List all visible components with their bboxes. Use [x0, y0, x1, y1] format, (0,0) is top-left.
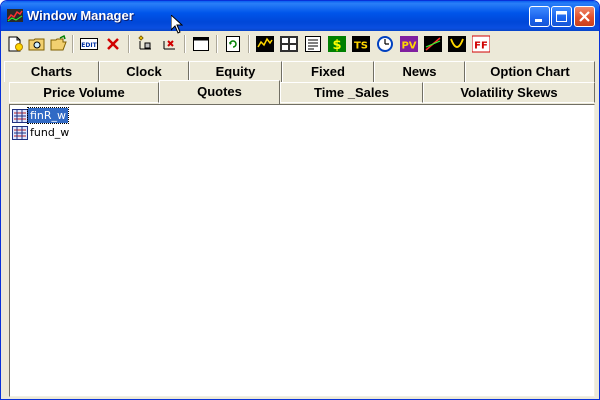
news-icon [305, 36, 321, 52]
window-button[interactable] [192, 35, 210, 53]
tab-option-chart[interactable]: Option Chart [465, 61, 595, 82]
list-item-label: finR_w [26, 107, 70, 124]
remove-item-icon [163, 40, 175, 50]
find-icon [28, 38, 45, 51]
calculator-icon [280, 36, 298, 52]
tab-charts[interactable]: Charts [4, 61, 99, 82]
tab-price-volume[interactable]: Price Volume [9, 82, 159, 103]
window-manager-window: Window Manager EDIT $ TS PV FF Charts Cl… [0, 0, 600, 400]
clock-button[interactable] [376, 35, 394, 53]
tab-clock[interactable]: Clock [99, 61, 189, 82]
tab-equity[interactable]: Equity [189, 61, 282, 82]
calculator-button[interactable] [280, 35, 298, 53]
edit-icon-label: EDIT [81, 42, 97, 49]
find-button[interactable] [28, 35, 46, 53]
dollar-icon: $ [328, 36, 346, 53]
close-icon [579, 11, 590, 22]
new-button[interactable] [6, 35, 24, 53]
fixed-income-icon: FF [472, 35, 490, 53]
minimize-button[interactable] [529, 6, 550, 27]
time-sales-icon-label: TS [354, 41, 368, 52]
add-item-button[interactable] [136, 35, 154, 53]
remove-item-button[interactable] [160, 35, 178, 53]
toolbar-separator [184, 35, 186, 53]
price-volume-icon-label: PV [401, 41, 416, 52]
fixed-income-button[interactable]: FF [472, 35, 490, 53]
toolbar-separator [128, 35, 130, 53]
tab-volatility-skews[interactable]: Volatility Skews [423, 82, 595, 103]
edit-icon: EDIT [80, 38, 98, 50]
window-icon [193, 37, 209, 51]
refresh-button[interactable] [224, 35, 242, 53]
volatility-icon [424, 36, 442, 52]
price-volume-icon: PV [400, 36, 418, 52]
window-title: Window Manager [27, 8, 134, 23]
tab-quotes[interactable]: Quotes [159, 80, 280, 104]
volatility-button[interactable] [424, 35, 442, 53]
price-volume-button[interactable]: PV [400, 35, 418, 53]
smile-skew-icon [448, 36, 466, 52]
tab-time-sales[interactable]: Time _Sales [280, 82, 423, 103]
clock-icon [377, 36, 393, 52]
app-chart-icon [7, 9, 23, 22]
tab-fixed[interactable]: Fixed [282, 61, 374, 82]
new-icon [8, 36, 23, 52]
toolbar-separator [248, 35, 250, 53]
news-button[interactable] [304, 35, 322, 53]
close-button[interactable] [574, 6, 595, 27]
maximize-icon [556, 11, 567, 22]
toolbar-separator [216, 35, 218, 53]
delete-button[interactable] [104, 35, 122, 53]
fixed-income-icon-label: FF [474, 41, 488, 52]
quote-window-icon [12, 126, 28, 140]
open-folder-icon [50, 35, 67, 51]
tab-news[interactable]: News [374, 61, 465, 82]
add-item-icon [138, 35, 151, 50]
title-bar[interactable]: Window Manager [1, 1, 599, 31]
dollar-button[interactable]: $ [328, 35, 346, 53]
minimize-icon [535, 19, 542, 22]
smile-skew-button[interactable] [448, 35, 466, 53]
quote-window-icon [12, 109, 28, 123]
delete-icon [107, 38, 119, 50]
price-chart-icon [256, 36, 274, 52]
list-item-label: fund_w [30, 126, 70, 139]
time-sales-button[interactable]: TS [352, 35, 370, 53]
refresh-icon [226, 36, 240, 52]
toolbar: EDIT $ TS PV FF [4, 32, 596, 56]
time-sales-icon: TS [352, 36, 370, 52]
quotes-list[interactable]: finR_w fund_w [9, 104, 595, 397]
edit-button[interactable]: EDIT [80, 35, 98, 53]
open-button[interactable] [50, 35, 68, 53]
dollar-icon-label: $ [332, 38, 341, 53]
price-chart-button[interactable] [256, 35, 274, 53]
toolbar-separator [72, 35, 74, 53]
maximize-button[interactable] [551, 6, 572, 27]
